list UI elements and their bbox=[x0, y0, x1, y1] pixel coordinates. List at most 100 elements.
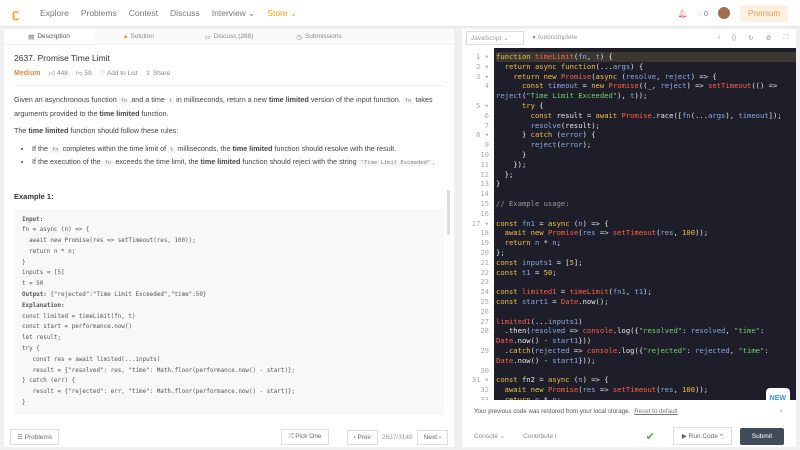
line-number: 33 bbox=[480, 394, 489, 400]
pick-one-button[interactable]: ⤮ Pick One bbox=[281, 429, 329, 445]
code-line[interactable]: const fn1 = async (n) => { bbox=[496, 219, 796, 229]
line-number bbox=[462, 356, 489, 366]
example-title: Example 1: bbox=[14, 191, 54, 201]
code-line[interactable]: Date.now() - start1})) bbox=[496, 336, 796, 346]
avatar[interactable] bbox=[717, 7, 730, 19]
code-line[interactable]: try { bbox=[496, 101, 796, 111]
code-line[interactable]: const start1 = Date.now(); bbox=[496, 297, 796, 307]
code-editor[interactable]: 1 ▾ 2 ▾ 3 ▾ 4 5 ▾ 6 7 8 ▾ 9 10 11 12 13 14 15 16 17 ▾ 18 1… bbox=[462, 48, 796, 400]
tab-label: Discuss (288) bbox=[213, 33, 254, 40]
example-line: Explanation: bbox=[22, 302, 65, 309]
example-line: fn = async (n) => { bbox=[22, 227, 90, 234]
code-line[interactable]: resolve(result); bbox=[496, 121, 796, 131]
nav-store[interactable]: Store ⌄ bbox=[267, 8, 297, 19]
code-line[interactable] bbox=[496, 209, 796, 219]
line-number: 5 ▾ bbox=[476, 100, 489, 110]
code-line[interactable]: const timeout = new Promise((_, reject) … bbox=[496, 81, 796, 91]
fullscreen-icon[interactable]: ⛶ bbox=[783, 34, 788, 42]
problem-description: Given an asynchronous function fn and a … bbox=[14, 95, 433, 118]
nav-problems[interactable]: Problems bbox=[81, 8, 117, 18]
code-line[interactable]: const fn2 = async (n) => { bbox=[496, 375, 796, 385]
console-button[interactable]: Console ⌄ bbox=[474, 432, 505, 440]
line-number bbox=[462, 91, 489, 101]
code-line[interactable] bbox=[496, 277, 796, 287]
code-line[interactable] bbox=[496, 189, 796, 199]
autocomplete-label: Autocomplete bbox=[537, 34, 578, 41]
code-line[interactable]: return async function(...args) { bbox=[496, 62, 796, 72]
rule-item: If the execution of the fn exceeds the t… bbox=[32, 156, 444, 170]
code-line[interactable]: await new Promise(res => setTimeout(res,… bbox=[496, 385, 796, 395]
code-line[interactable]: return n * n; bbox=[496, 238, 796, 248]
reset-icon[interactable]: ↻ bbox=[748, 34, 753, 42]
line-number: 27 bbox=[480, 316, 489, 326]
code-line[interactable]: const inputs1 = [5]; bbox=[496, 258, 796, 268]
code-line[interactable]: // Example usage: bbox=[496, 199, 796, 209]
braces-icon[interactable]: {} bbox=[732, 34, 736, 42]
dislike-button[interactable]: 👎︎ 59 bbox=[76, 69, 92, 77]
code-line[interactable]: const result = await Promise.race([fn(..… bbox=[496, 111, 796, 121]
code-line[interactable]: function timeLimit(fn, t) { bbox=[496, 52, 796, 62]
info-icon[interactable]: i bbox=[718, 34, 719, 42]
add-to-list-button[interactable]: ♡ Add to List bbox=[100, 69, 138, 77]
premium-button[interactable]: Premium bbox=[739, 4, 788, 22]
tab-submissions[interactable]: ◷ Submissions bbox=[274, 29, 364, 44]
logo-icon[interactable]: ʗ bbox=[12, 6, 26, 21]
description-panel: ▤ Description 🔒︎ Solution ▭ Discuss (288) ◷… bbox=[4, 29, 454, 427]
like-button[interactable]: 👍︎ 448 bbox=[48, 69, 67, 77]
settings-icon[interactable]: ⚙ bbox=[766, 34, 772, 42]
clock-icon: ◷ bbox=[296, 33, 302, 41]
code-line[interactable]: const t1 = 50; bbox=[496, 268, 796, 278]
reset-link[interactable]: Reset to default bbox=[634, 408, 677, 415]
line-number: 23 bbox=[480, 277, 489, 287]
run-code-button[interactable]: ▶ Run Code ^ bbox=[672, 427, 732, 445]
next-button[interactable]: Next › bbox=[416, 429, 448, 445]
code-line[interactable]: } catch (error) { bbox=[496, 130, 796, 140]
code-line[interactable]: Date.now() - start1})); bbox=[496, 356, 796, 366]
code-line[interactable] bbox=[496, 307, 796, 317]
code-line[interactable]: return n * n; bbox=[496, 395, 796, 400]
share-button[interactable]: ⇪ Share bbox=[146, 69, 171, 77]
bell-icon[interactable]: 🔔︎ bbox=[678, 9, 688, 18]
editor-footer: Console ⌄ Contribute i ✔ ▶ Run Code ^ Su… bbox=[462, 426, 796, 446]
line-number: 32 bbox=[480, 385, 489, 395]
code-area[interactable]: function timeLimit(fn, t) { return async… bbox=[494, 48, 796, 400]
code-line[interactable]: } bbox=[496, 150, 796, 160]
code-line[interactable]: }); bbox=[496, 160, 796, 170]
scrollbar[interactable] bbox=[447, 190, 450, 235]
problems-button[interactable]: ☰ Problems bbox=[10, 429, 60, 445]
tab-discuss[interactable]: ▭ Discuss (288) bbox=[184, 29, 274, 44]
code-line[interactable]: }; bbox=[496, 170, 796, 180]
submit-button[interactable]: Submit bbox=[739, 427, 784, 445]
nav-explore[interactable]: Explore bbox=[40, 8, 69, 18]
close-icon[interactable]: ✕ bbox=[779, 408, 784, 415]
code-line[interactable]: } bbox=[496, 179, 796, 189]
code-line[interactable]: }; bbox=[496, 248, 796, 258]
tab-solution[interactable]: 🔒︎ Solution bbox=[94, 29, 184, 44]
code-line[interactable] bbox=[496, 366, 796, 376]
coins-icon[interactable]: ◌ 0 bbox=[697, 9, 708, 18]
coins-count: 0 bbox=[703, 8, 708, 18]
code-line[interactable]: const limited1 = timeLimit(fn1, t1); bbox=[496, 287, 796, 297]
code-line[interactable]: return new Promise(async (resolve, rejec… bbox=[496, 72, 796, 82]
code-line[interactable]: .then(resolved => console.log({"resolved… bbox=[496, 326, 796, 336]
contribute-button[interactable]: Contribute i bbox=[523, 433, 556, 440]
line-number: 18 bbox=[480, 228, 489, 238]
line-number: 25 bbox=[480, 296, 489, 306]
nav-discuss[interactable]: Discuss bbox=[170, 8, 200, 18]
line-number: 1 ▾ bbox=[476, 52, 489, 61]
code-line[interactable]: limited1(...inputs1) bbox=[496, 317, 796, 327]
new-badge[interactable]: NEW bbox=[765, 388, 790, 400]
nav-interview[interactable]: Interview ⌄ bbox=[212, 8, 256, 19]
prev-button[interactable]: ‹ Prev bbox=[346, 429, 378, 445]
code-line[interactable]: .catch(rejected => console.log({"rejecte… bbox=[496, 346, 796, 356]
example-line: const start = performance.now() bbox=[22, 324, 132, 331]
nav-contest[interactable]: Contest bbox=[129, 8, 158, 18]
language-select[interactable]: JavaScript ⌄ bbox=[466, 30, 524, 45]
example-line: Output: {"rejected":"Time Limit Exceeded… bbox=[22, 292, 207, 299]
code-line[interactable]: reject("Time Limit Exceeded"), t)); bbox=[496, 91, 796, 101]
example-line: inputs = [5] bbox=[22, 270, 65, 277]
tab-description[interactable]: ▤ Description bbox=[4, 29, 94, 44]
code-line[interactable]: await new Promise(res => setTimeout(res,… bbox=[496, 228, 796, 238]
code-line[interactable]: reject(error); bbox=[496, 140, 796, 150]
autocomplete-toggle[interactable]: ● Autocomplete bbox=[532, 34, 577, 41]
